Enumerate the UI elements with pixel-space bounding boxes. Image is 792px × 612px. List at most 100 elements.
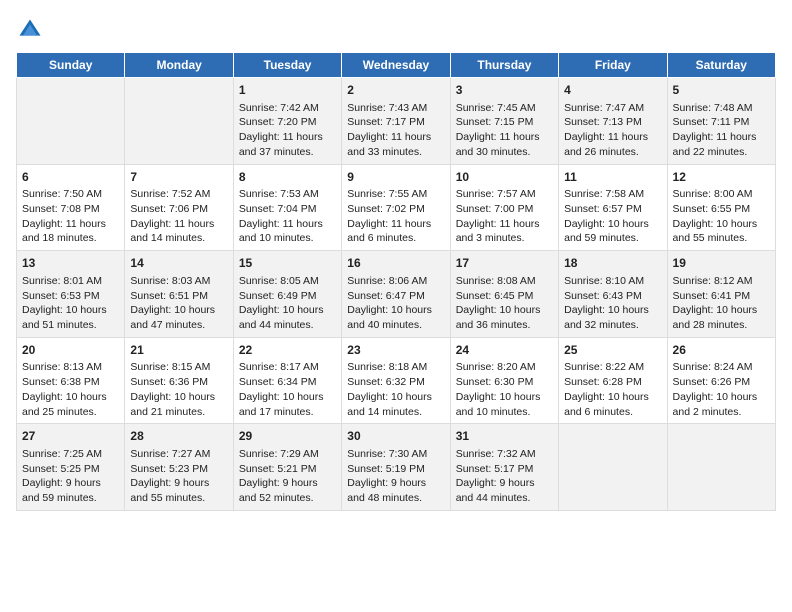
day-info: Sunrise: 7:42 AM Sunset: 7:20 PM Dayligh…	[239, 101, 336, 160]
calendar-cell: 28 Sunrise: 7:27 AM Sunset: 5:23 PM Dayli…	[125, 424, 233, 511]
day-number: 22	[239, 342, 336, 359]
day-info: Sunrise: 7:50 AM Sunset: 7:08 PM Dayligh…	[22, 187, 119, 246]
day-info: Sunrise: 7:32 AM Sunset: 5:17 PM Dayligh…	[456, 447, 553, 506]
day-number: 3	[456, 82, 553, 99]
day-info: Sunrise: 8:10 AM Sunset: 6:43 PM Dayligh…	[564, 274, 661, 333]
calendar-week-row: 13 Sunrise: 8:01 AM Sunset: 6:53 PM Dayli…	[17, 251, 776, 338]
day-info: Sunrise: 8:08 AM Sunset: 6:45 PM Dayligh…	[456, 274, 553, 333]
day-number: 28	[130, 428, 227, 445]
calendar-cell: 27 Sunrise: 7:25 AM Sunset: 5:25 PM Dayli…	[17, 424, 125, 511]
day-number: 23	[347, 342, 444, 359]
calendar-cell: 31 Sunrise: 7:32 AM Sunset: 5:17 PM Dayli…	[450, 424, 558, 511]
calendar-week-row: 6Sunrise: 7:50 AM Sunset: 7:08 PM Daylig…	[17, 164, 776, 251]
day-number: 6	[22, 169, 119, 186]
calendar-cell: 25Sunrise: 8:22 AM Sunset: 6:28 PM Dayli…	[559, 337, 667, 424]
calendar-cell: 18 Sunrise: 8:10 AM Sunset: 6:43 PM Dayli…	[559, 251, 667, 338]
calendar-cell: 14 Sunrise: 8:03 AM Sunset: 6:51 PM Dayli…	[125, 251, 233, 338]
calendar-cell: 10Sunrise: 7:57 AM Sunset: 7:00 PM Dayli…	[450, 164, 558, 251]
weekday-header-tuesday: Tuesday	[233, 53, 341, 78]
day-number: 31	[456, 428, 553, 445]
calendar-cell: 29Sunrise: 7:29 AM Sunset: 5:21 PM Dayli…	[233, 424, 341, 511]
calendar-cell: 12Sunrise: 8:00 AM Sunset: 6:55 PM Dayli…	[667, 164, 775, 251]
calendar-cell: 4 Sunrise: 7:47 AM Sunset: 7:13 PM Daylig…	[559, 78, 667, 165]
day-info: Sunrise: 7:52 AM Sunset: 7:06 PM Dayligh…	[130, 187, 227, 246]
day-number: 17	[456, 255, 553, 272]
calendar-cell	[667, 424, 775, 511]
calendar-cell: 9Sunrise: 7:55 AM Sunset: 7:02 PM Daylig…	[342, 164, 450, 251]
day-info: Sunrise: 7:58 AM Sunset: 6:57 PM Dayligh…	[564, 187, 661, 246]
day-info: Sunrise: 8:06 AM Sunset: 6:47 PM Dayligh…	[347, 274, 444, 333]
day-info: Sunrise: 7:29 AM Sunset: 5:21 PM Dayligh…	[239, 447, 336, 506]
day-number: 16	[347, 255, 444, 272]
calendar-cell	[125, 78, 233, 165]
day-info: Sunrise: 8:18 AM Sunset: 6:32 PM Dayligh…	[347, 360, 444, 419]
calendar-week-row: 1 Sunrise: 7:42 AM Sunset: 7:20 PM Daylig…	[17, 78, 776, 165]
calendar-cell: 21Sunrise: 8:15 AM Sunset: 6:36 PM Dayli…	[125, 337, 233, 424]
day-info: Sunrise: 8:05 AM Sunset: 6:49 PM Dayligh…	[239, 274, 336, 333]
weekday-header-wednesday: Wednesday	[342, 53, 450, 78]
day-number: 11	[564, 169, 661, 186]
day-number: 21	[130, 342, 227, 359]
day-info: Sunrise: 8:15 AM Sunset: 6:36 PM Dayligh…	[130, 360, 227, 419]
calendar-cell: 1 Sunrise: 7:42 AM Sunset: 7:20 PM Daylig…	[233, 78, 341, 165]
day-info: Sunrise: 7:48 AM Sunset: 7:11 PM Dayligh…	[673, 101, 770, 160]
calendar-cell: 26Sunrise: 8:24 AM Sunset: 6:26 PM Dayli…	[667, 337, 775, 424]
day-number: 1	[239, 82, 336, 99]
day-number: 14	[130, 255, 227, 272]
day-info: Sunrise: 7:43 AM Sunset: 7:17 PM Dayligh…	[347, 101, 444, 160]
calendar-cell: 19 Sunrise: 8:12 AM Sunset: 6:41 PM Dayli…	[667, 251, 775, 338]
weekday-header-row: SundayMondayTuesdayWednesdayThursdayFrid…	[17, 53, 776, 78]
weekday-header-friday: Friday	[559, 53, 667, 78]
day-info: Sunrise: 7:57 AM Sunset: 7:00 PM Dayligh…	[456, 187, 553, 246]
day-info: Sunrise: 8:24 AM Sunset: 6:26 PM Dayligh…	[673, 360, 770, 419]
logo-icon	[16, 16, 44, 44]
day-info: Sunrise: 7:55 AM Sunset: 7:02 PM Dayligh…	[347, 187, 444, 246]
calendar-week-row: 27 Sunrise: 7:25 AM Sunset: 5:25 PM Dayli…	[17, 424, 776, 511]
page-header	[16, 16, 776, 44]
day-number: 10	[456, 169, 553, 186]
calendar-cell: 20Sunrise: 8:13 AM Sunset: 6:38 PM Dayli…	[17, 337, 125, 424]
day-info: Sunrise: 8:13 AM Sunset: 6:38 PM Dayligh…	[22, 360, 119, 419]
day-info: Sunrise: 7:30 AM Sunset: 5:19 PM Dayligh…	[347, 447, 444, 506]
calendar-cell: 13 Sunrise: 8:01 AM Sunset: 6:53 PM Dayli…	[17, 251, 125, 338]
calendar-cell: 3 Sunrise: 7:45 AM Sunset: 7:15 PM Daylig…	[450, 78, 558, 165]
day-number: 8	[239, 169, 336, 186]
day-number: 26	[673, 342, 770, 359]
day-info: Sunrise: 8:01 AM Sunset: 6:53 PM Dayligh…	[22, 274, 119, 333]
calendar-week-row: 20Sunrise: 8:13 AM Sunset: 6:38 PM Dayli…	[17, 337, 776, 424]
day-info: Sunrise: 8:00 AM Sunset: 6:55 PM Dayligh…	[673, 187, 770, 246]
day-number: 2	[347, 82, 444, 99]
day-number: 25	[564, 342, 661, 359]
day-number: 18	[564, 255, 661, 272]
day-info: Sunrise: 7:45 AM Sunset: 7:15 PM Dayligh…	[456, 101, 553, 160]
day-number: 27	[22, 428, 119, 445]
calendar-cell: 16 Sunrise: 8:06 AM Sunset: 6:47 PM Dayli…	[342, 251, 450, 338]
calendar-cell: 23Sunrise: 8:18 AM Sunset: 6:32 PM Dayli…	[342, 337, 450, 424]
day-number: 4	[564, 82, 661, 99]
day-info: Sunrise: 8:03 AM Sunset: 6:51 PM Dayligh…	[130, 274, 227, 333]
weekday-header-saturday: Saturday	[667, 53, 775, 78]
day-info: Sunrise: 7:53 AM Sunset: 7:04 PM Dayligh…	[239, 187, 336, 246]
calendar-cell: 24Sunrise: 8:20 AM Sunset: 6:30 PM Dayli…	[450, 337, 558, 424]
calendar-cell: 6Sunrise: 7:50 AM Sunset: 7:08 PM Daylig…	[17, 164, 125, 251]
day-number: 5	[673, 82, 770, 99]
day-number: 15	[239, 255, 336, 272]
weekday-header-sunday: Sunday	[17, 53, 125, 78]
logo	[16, 16, 48, 44]
day-info: Sunrise: 7:25 AM Sunset: 5:25 PM Dayligh…	[22, 447, 119, 506]
day-info: Sunrise: 7:27 AM Sunset: 5:23 PM Dayligh…	[130, 447, 227, 506]
day-info: Sunrise: 8:20 AM Sunset: 6:30 PM Dayligh…	[456, 360, 553, 419]
day-info: Sunrise: 8:12 AM Sunset: 6:41 PM Dayligh…	[673, 274, 770, 333]
day-number: 12	[673, 169, 770, 186]
day-number: 30	[347, 428, 444, 445]
day-info: Sunrise: 7:47 AM Sunset: 7:13 PM Dayligh…	[564, 101, 661, 160]
day-number: 13	[22, 255, 119, 272]
calendar-cell: 22Sunrise: 8:17 AM Sunset: 6:34 PM Dayli…	[233, 337, 341, 424]
calendar-cell: 2 Sunrise: 7:43 AM Sunset: 7:17 PM Daylig…	[342, 78, 450, 165]
day-info: Sunrise: 8:22 AM Sunset: 6:28 PM Dayligh…	[564, 360, 661, 419]
day-number: 19	[673, 255, 770, 272]
calendar-cell: 11Sunrise: 7:58 AM Sunset: 6:57 PM Dayli…	[559, 164, 667, 251]
day-number: 7	[130, 169, 227, 186]
calendar-cell: 7Sunrise: 7:52 AM Sunset: 7:06 PM Daylig…	[125, 164, 233, 251]
calendar-cell	[17, 78, 125, 165]
